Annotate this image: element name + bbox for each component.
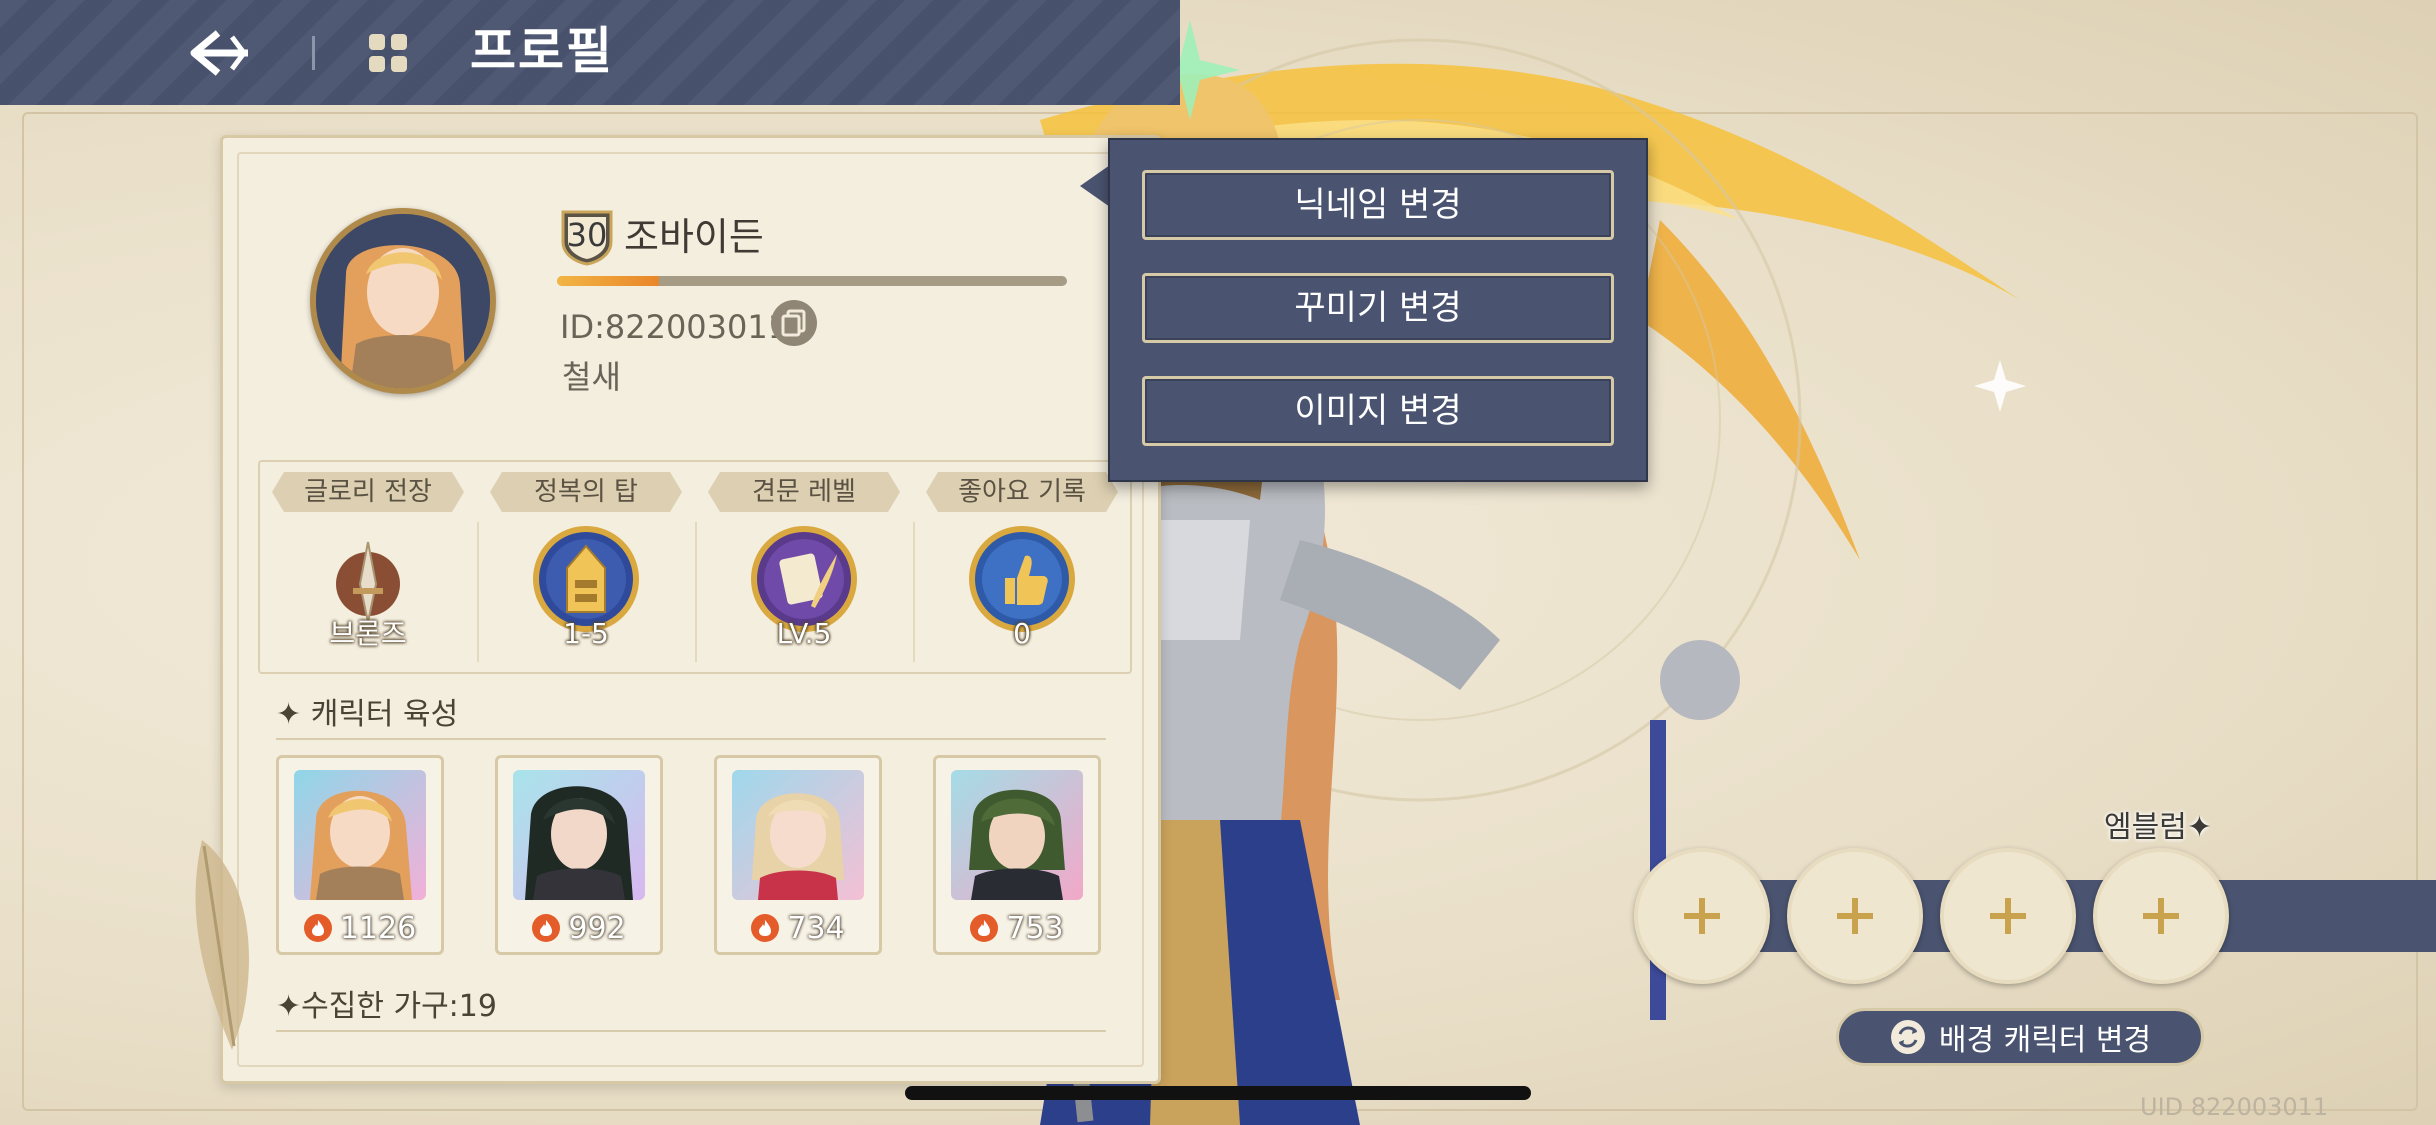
home-indicator[interactable] xyxy=(905,1086,1531,1100)
nickname: 조바이든 xyxy=(624,215,764,259)
stats-panel: 글로리 전장 브론즈 정복의 탑 1-5 견문 레벨 LV.5 좋아요 기록 0 xyxy=(258,460,1132,674)
character-card[interactable]: 734 xyxy=(714,755,882,955)
power-value: 992 xyxy=(568,910,626,946)
stat-conquest-tower[interactable]: 정복의 탑 1-5 xyxy=(478,462,694,672)
plus-icon xyxy=(2143,898,2179,934)
section-divider xyxy=(276,1030,1106,1032)
player-title: 철새 xyxy=(562,358,621,396)
avatar-portrait xyxy=(316,214,490,388)
level-number: 30 xyxy=(566,216,608,254)
character-power: 734 xyxy=(731,910,865,946)
character-section-title: ✦ 캐릭터 육성 xyxy=(276,697,459,732)
header-divider xyxy=(312,36,315,70)
power-value: 734 xyxy=(787,910,845,946)
power-value: 753 xyxy=(1006,910,1064,946)
copy-icon xyxy=(781,309,806,337)
stat-likes-record[interactable]: 좋아요 기록 0 xyxy=(914,462,1130,672)
change-image-button[interactable]: 이미지 변경 xyxy=(1142,376,1614,446)
flame-icon xyxy=(970,914,999,942)
character-portrait xyxy=(513,770,645,900)
plus-icon xyxy=(1837,898,1873,934)
stat-label: 좋아요 기록 xyxy=(926,472,1118,512)
stat-label: 견문 레벨 xyxy=(708,472,900,512)
stat-label: 정복의 탑 xyxy=(490,472,682,512)
plus-icon xyxy=(1990,898,2026,934)
change-background-label: 배경 캐릭터 변경 xyxy=(1938,1023,2152,1058)
avatar[interactable] xyxy=(310,208,496,394)
emblem-slot-3[interactable] xyxy=(1940,848,2076,984)
flame-icon xyxy=(751,914,780,942)
emblem-slot-1[interactable] xyxy=(1634,848,1770,984)
change-decoration-button[interactable]: 꾸미기 변경 xyxy=(1142,273,1614,343)
stat-value: 브론즈 xyxy=(329,617,407,650)
character-portrait xyxy=(951,770,1083,900)
stat-label: 글로리 전장 xyxy=(272,472,464,512)
emblem-slot-2[interactable] xyxy=(1787,848,1923,984)
user-id: ID:822003011 xyxy=(560,308,789,346)
furniture-section-title: ✦수집한 가구:19 xyxy=(276,989,497,1024)
character-card[interactable]: 992 xyxy=(495,755,663,955)
character-section-label: 캐릭터 육성 xyxy=(310,697,459,732)
character-power: 753 xyxy=(950,910,1084,946)
feather-decoration xyxy=(195,840,249,1050)
copy-id-button[interactable] xyxy=(771,300,817,346)
emblem-slot-4[interactable] xyxy=(2093,848,2229,984)
character-portrait xyxy=(294,770,426,900)
emblem-label: 엠블럼✦ xyxy=(2104,810,2212,845)
page-title: 프로필 xyxy=(470,22,614,80)
character-power: 1126 xyxy=(293,910,427,946)
change-nickname-button[interactable]: 닉네임 변경 xyxy=(1142,170,1614,240)
stat-value: 1-5 xyxy=(563,617,609,650)
exp-bar xyxy=(557,276,1067,286)
stat-value: LV.5 xyxy=(776,617,832,650)
clover-menu-icon xyxy=(369,34,407,72)
back-button[interactable] xyxy=(180,18,260,88)
stat-value: 0 xyxy=(1013,617,1031,650)
footer-uid: UID 822003011 xyxy=(2140,1093,2329,1121)
change-background-character-button[interactable]: 배경 캐릭터 변경 xyxy=(1836,1008,2204,1066)
flame-icon xyxy=(532,914,561,942)
profile-edit-menu: 닉네임 변경 꾸미기 변경 이미지 변경 xyxy=(1108,138,1648,482)
flame-icon xyxy=(303,914,332,942)
character-portrait xyxy=(732,770,864,900)
exp-bar-fill xyxy=(557,276,659,286)
character-card[interactable]: 753 xyxy=(933,755,1101,955)
stat-knowledge-level[interactable]: 견문 레벨 LV.5 xyxy=(696,462,912,672)
furniture-section-label: 수집한 가구:19 xyxy=(301,989,497,1024)
back-arrow-icon xyxy=(190,30,248,76)
character-card[interactable]: 1126 xyxy=(276,755,444,955)
plus-icon xyxy=(1684,898,1720,934)
character-power: 992 xyxy=(512,910,646,946)
power-value: 1126 xyxy=(339,910,417,946)
stat-glory-battlefield[interactable]: 글로리 전장 브론즈 xyxy=(260,462,476,672)
emblem-label-text: 엠블럼 xyxy=(2104,810,2187,845)
menu-button[interactable] xyxy=(360,28,416,78)
swap-icon xyxy=(1890,1020,1925,1054)
section-divider xyxy=(276,738,1106,740)
